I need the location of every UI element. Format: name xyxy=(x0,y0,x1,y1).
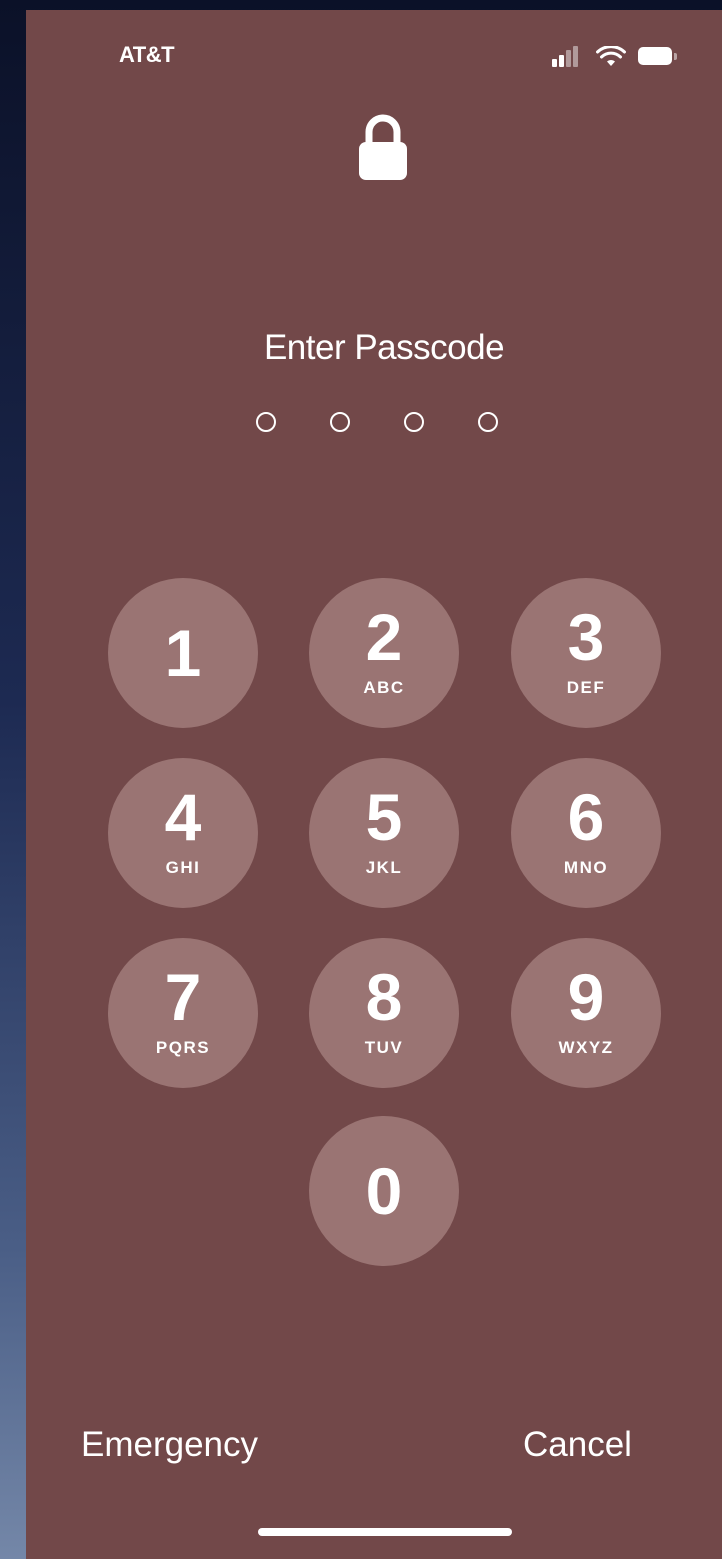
key-letters: ABC xyxy=(363,678,405,697)
key-digit: 4 xyxy=(164,780,202,854)
passcode-dot xyxy=(404,412,424,432)
key-letters: GHI xyxy=(165,858,201,877)
key-letters: TUV xyxy=(364,1038,404,1057)
status-icons xyxy=(552,45,680,68)
key-digit: 5 xyxy=(365,780,403,854)
lock-icon xyxy=(356,112,410,184)
status-bar: AT&T xyxy=(26,10,722,100)
key-letters: MNO xyxy=(563,858,609,877)
wifi-icon xyxy=(596,45,626,68)
key-digit: 7 xyxy=(164,960,202,1034)
keypad-key-0[interactable]: 0 xyxy=(309,1116,459,1266)
key-letters: DEF xyxy=(566,678,606,697)
keypad-key-9[interactable]: 9 WXYZ xyxy=(511,938,661,1088)
emergency-button[interactable]: Emergency xyxy=(81,1425,258,1465)
battery-icon xyxy=(638,47,680,67)
key-letters: JKL xyxy=(365,858,403,877)
keypad-key-7[interactable]: 7 PQRS xyxy=(108,938,258,1088)
key-digit: 3 xyxy=(567,600,605,674)
key-letters: PQRS xyxy=(155,1038,211,1057)
keypad-key-8[interactable]: 8 TUV xyxy=(309,938,459,1088)
page-title: Enter Passcode xyxy=(263,328,505,367)
key-digit: 0 xyxy=(365,1154,403,1228)
signal-icon xyxy=(552,46,580,68)
passcode-dots xyxy=(256,412,516,440)
passcode-dot xyxy=(478,412,498,432)
keypad-key-6[interactable]: 6 MNO xyxy=(511,758,661,908)
keypad-key-5[interactable]: 5 JKL xyxy=(309,758,459,908)
key-digit: 8 xyxy=(365,960,403,1034)
carrier-name: AT&T xyxy=(119,42,175,67)
key-digit: 1 xyxy=(164,616,202,690)
keypad-key-4[interactable]: 4 GHI xyxy=(108,758,258,908)
key-digit: 9 xyxy=(567,960,605,1034)
passcode-dot xyxy=(330,412,350,432)
passcode-dot xyxy=(256,412,276,432)
key-letters: WXYZ xyxy=(558,1038,614,1057)
home-indicator[interactable] xyxy=(258,1528,512,1536)
key-digit: 6 xyxy=(567,780,605,854)
keypad-key-2[interactable]: 2 ABC xyxy=(309,578,459,728)
keypad-key-3[interactable]: 3 DEF xyxy=(511,578,661,728)
cancel-button[interactable]: Cancel xyxy=(523,1425,632,1465)
keypad-key-1[interactable]: 1 xyxy=(108,578,258,728)
lock-screen: AT&T Enter Passcode 1 2 ABC 3 DEF 4 GHI … xyxy=(26,10,722,1559)
key-digit: 2 xyxy=(365,600,403,674)
